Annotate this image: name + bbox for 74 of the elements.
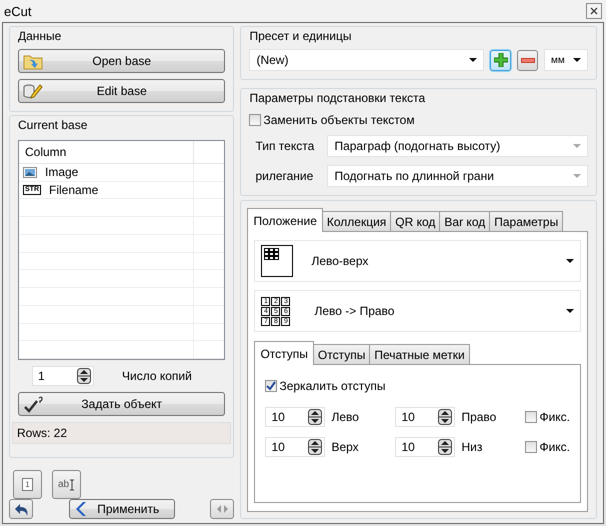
tab[interactable]: Положение (247, 208, 323, 232)
field-label: Верх (330, 440, 360, 454)
check-question-icon (23, 395, 45, 413)
checkbox-label: Фикс. (539, 410, 570, 424)
tab[interactable]: Печатные метки (369, 344, 470, 364)
grid-icon (261, 245, 294, 277)
spin-icon[interactable] (308, 439, 322, 455)
image-icon (23, 166, 37, 178)
window-title: eCut (4, 4, 32, 18)
button[interactable]: Задать объект (18, 392, 226, 416)
table-cell[interactable]: Filename (49, 183, 98, 198)
field-label: Лево (330, 410, 360, 424)
number-field[interactable]: 1 (32, 366, 94, 386)
text-cursor-icon (69, 478, 76, 490)
chevron-left-icon (74, 501, 87, 517)
checkbox[interactable] (249, 114, 262, 126)
caret-icon[interactable] (566, 259, 574, 263)
close-icon (590, 7, 598, 15)
dropdown[interactable]: мм (544, 49, 588, 71)
undo-button[interactable] (9, 499, 33, 519)
tool-button[interactable]: ab (52, 470, 81, 499)
dropdown[interactable]: (New) (249, 49, 484, 71)
field-label: рилегание (255, 169, 314, 183)
undo-arrow-icon (14, 502, 28, 516)
caret-icon[interactable] (469, 58, 477, 62)
close-button[interactable] (586, 3, 602, 19)
status-bar: Rows: 22 (12, 422, 232, 444)
spin-icon[interactable] (438, 409, 452, 425)
checkbox[interactable] (265, 380, 278, 392)
button[interactable]: Edit base (18, 79, 226, 103)
group-title: Пресет и единицы (249, 29, 352, 43)
dropdown[interactable]: Параграф (подогнать высоту) (327, 135, 588, 157)
field-label: Число копий (122, 369, 192, 383)
plus-icon (494, 53, 508, 67)
tab[interactable]: Bar код (439, 211, 490, 231)
tab[interactable]: Параметры (489, 211, 564, 231)
check-icon (266, 381, 276, 391)
number-field[interactable]: 10 (395, 437, 456, 457)
checkbox-label: Заменить объекты текстом (263, 113, 415, 127)
left-right-arrows-icon (216, 504, 229, 514)
number-field[interactable]: 10 (265, 437, 326, 457)
group-title: Данные (18, 29, 62, 43)
spin-icon[interactable] (77, 368, 91, 384)
field-label: Право (460, 410, 498, 424)
minus-icon (520, 58, 534, 62)
tab[interactable]: QR код (390, 211, 440, 231)
dropdown[interactable]: Подогнать по длинной грани (327, 165, 588, 187)
checkbox-label: Зеркалить отступы (279, 379, 386, 393)
remove-button[interactable] (517, 50, 538, 70)
caret-icon[interactable] (566, 309, 574, 313)
add-button[interactable] (490, 50, 511, 70)
tab[interactable]: Отступы (254, 341, 314, 365)
group-title: Параметры подстановки текста (249, 91, 426, 105)
group-title: Current base (18, 118, 88, 132)
database-pencil-icon (23, 82, 43, 100)
number-field[interactable]: 10 (265, 407, 326, 427)
column-header[interactable]: Column (19, 141, 194, 163)
checkbox-label: Фикс. (539, 440, 570, 454)
spin-icon[interactable] (438, 439, 452, 455)
tool-button[interactable]: 1 (13, 470, 42, 499)
checkbox[interactable] (525, 411, 538, 423)
caret-icon[interactable] (573, 58, 581, 62)
tab[interactable]: Отступы (312, 344, 370, 364)
checkbox[interactable] (525, 441, 538, 453)
table-cell[interactable]: Image (45, 165, 78, 180)
apply-button[interactable]: Применить (68, 499, 175, 519)
field-label: Низ (460, 440, 484, 454)
number-field[interactable]: 10 (395, 407, 456, 427)
tab[interactable]: Коллекция (322, 211, 392, 231)
button[interactable]: Open base (18, 49, 226, 73)
split-button[interactable] (210, 499, 234, 519)
spin-icon[interactable] (308, 409, 322, 425)
field-label: Тип текста (255, 139, 316, 153)
dropdown[interactable]: Лево-верх (254, 240, 581, 282)
